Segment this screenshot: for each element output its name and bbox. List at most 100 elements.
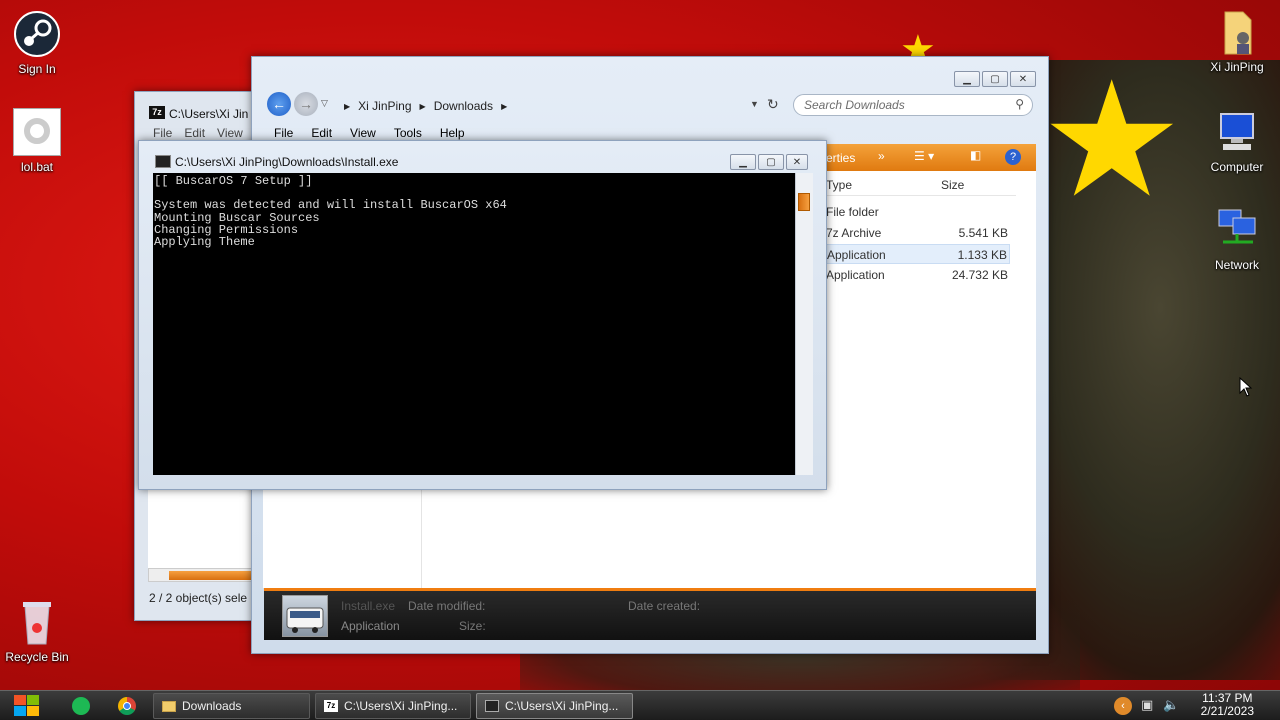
file-type: Application bbox=[827, 248, 886, 262]
close-button[interactable]: ✕ bbox=[786, 154, 808, 170]
details-modified-label: Date modified: bbox=[408, 599, 486, 613]
taskbar-item-label: C:\Users\Xi JinPing... bbox=[344, 699, 458, 713]
batch-file-icon bbox=[13, 108, 61, 156]
search-icon: ⚲ bbox=[1015, 97, 1024, 111]
user-folder-icon bbox=[1213, 8, 1261, 56]
file-row[interactable]: Application 24.732 KB bbox=[826, 265, 1010, 285]
file-type: File folder bbox=[826, 205, 879, 219]
volume-tray-icon[interactable]: 🔈 bbox=[1163, 697, 1179, 713]
details-filename: Install.exe bbox=[341, 599, 396, 613]
history-dropdown-icon[interactable]: ▽ bbox=[321, 98, 328, 109]
taskbar-item-label: C:\Users\Xi JinPing... bbox=[505, 699, 619, 713]
menu-help[interactable]: Help bbox=[440, 126, 465, 140]
forward-button[interactable]: → bbox=[294, 92, 318, 116]
breadcrumb[interactable]: ▶ Xi JinPing ▶ Downloads ▶ bbox=[344, 96, 507, 116]
file-size: 24.732 KB bbox=[951, 268, 1008, 282]
sevenzip-file-list[interactable] bbox=[148, 490, 252, 570]
minimize-button[interactable]: ▁ bbox=[730, 154, 756, 170]
sevenzip-title-icon: 7z bbox=[149, 106, 165, 119]
view-options-icon[interactable]: ☰ ▾ bbox=[914, 149, 934, 163]
scrollbar-thumb[interactable] bbox=[798, 193, 810, 211]
taskbar-item-downloads[interactable]: Downloads bbox=[153, 693, 310, 719]
desktop-icon-computer[interactable]: Computer bbox=[1200, 108, 1274, 174]
folder-icon bbox=[162, 700, 176, 712]
address-dropdown-icon[interactable]: ▼ bbox=[750, 99, 759, 109]
taskbar-item-label: Downloads bbox=[182, 699, 242, 713]
star-icon: ★ bbox=[1040, 50, 1184, 229]
desktop-icon-label: Network bbox=[1214, 258, 1259, 272]
scrollbar-thumb[interactable] bbox=[169, 571, 253, 580]
desktop-icon-user-folder[interactable]: Xi JinPing bbox=[1200, 8, 1274, 74]
explorer-toolbar: erties » ☰ ▾ ◧ ? bbox=[826, 144, 1036, 171]
clock[interactable]: 11:37 PM 2/21/2023 bbox=[1201, 692, 1254, 718]
preview-pane-icon[interactable]: ◧ bbox=[970, 148, 981, 162]
sevenzip-status: 2 / 2 object(s) sele bbox=[149, 591, 248, 605]
column-header-size[interactable]: Size bbox=[941, 178, 964, 192]
sevenzip-menu-view[interactable]: View bbox=[217, 126, 243, 140]
properties-button[interactable]: erties bbox=[826, 151, 855, 165]
menu-file[interactable]: File bbox=[274, 126, 293, 140]
install-console-window[interactable]: C:\Users\Xi JinPing\Downloads\Install.ex… bbox=[138, 140, 827, 490]
maximize-button[interactable]: ▢ bbox=[758, 154, 784, 170]
maximize-button[interactable]: ▢ bbox=[982, 71, 1008, 87]
console-icon bbox=[485, 700, 499, 712]
taskbar-item-console[interactable]: C:\Users\Xi JinPing... bbox=[476, 693, 633, 719]
desktop-icon-label: Xi JinPing bbox=[1210, 60, 1264, 74]
sevenzip-icon: 7z bbox=[324, 700, 338, 712]
close-button[interactable]: ✕ bbox=[1010, 71, 1036, 87]
menu-edit[interactable]: Edit bbox=[311, 126, 332, 140]
console-icon bbox=[155, 155, 171, 168]
column-header-row bbox=[826, 174, 1016, 196]
file-type: 7z Archive bbox=[826, 226, 882, 240]
tray-expand-icon[interactable]: ‹ bbox=[1114, 697, 1132, 715]
more-chevron-icon[interactable]: » bbox=[878, 149, 885, 163]
console-scrollbar[interactable] bbox=[795, 173, 813, 475]
steam-icon bbox=[13, 10, 61, 58]
desktop-icon-recycle-bin[interactable]: Recycle Bin bbox=[0, 598, 74, 664]
desktop-icon-label: Recycle Bin bbox=[5, 650, 69, 664]
spotify-taskbar-icon[interactable] bbox=[72, 697, 90, 715]
sevenzip-hscrollbar[interactable] bbox=[148, 568, 253, 582]
mouse-cursor-icon bbox=[1239, 377, 1253, 397]
back-button[interactable]: ← bbox=[267, 92, 291, 116]
desktop-icon-label: lol.bat bbox=[20, 160, 54, 174]
sevenzip-title: C:\Users\Xi Jin bbox=[169, 107, 249, 121]
details-filetype: Application bbox=[341, 619, 400, 633]
refresh-icon[interactable]: ↻ bbox=[767, 96, 779, 113]
minimize-button[interactable]: ▁ bbox=[954, 71, 980, 87]
taskbar-item-7zip[interactable]: 7z C:\Users\Xi JinPing... bbox=[315, 693, 471, 719]
file-row[interactable]: 7z Archive 5.541 KB bbox=[826, 223, 1010, 243]
computer-icon bbox=[1213, 108, 1261, 156]
sevenzip-menu-edit[interactable]: Edit bbox=[184, 126, 205, 140]
desktop-icon-network[interactable]: Network bbox=[1200, 206, 1274, 272]
file-row-selected[interactable]: Application 1.133 KB bbox=[826, 244, 1010, 264]
desktop-icon-steam[interactable]: Sign In bbox=[0, 10, 74, 76]
breadcrumb-item-downloads[interactable]: Downloads bbox=[434, 99, 493, 113]
details-created-label: Date created: bbox=[628, 599, 701, 613]
desktop-icon-lol-bat[interactable]: lol.bat bbox=[0, 108, 74, 174]
search-placeholder: Search Downloads bbox=[804, 98, 905, 112]
file-size: 5.541 KB bbox=[958, 226, 1008, 240]
menu-tools[interactable]: Tools bbox=[394, 126, 422, 140]
network-tray-icon[interactable]: ▣ bbox=[1141, 697, 1153, 713]
details-size-label: Size: bbox=[459, 619, 486, 633]
desktop-icon-label: Sign In bbox=[18, 62, 56, 76]
console-output[interactable]: [[ BuscarOS 7 Setup ]] System was detect… bbox=[153, 173, 795, 475]
clock-date: 2/21/2023 bbox=[1200, 704, 1254, 718]
search-input[interactable]: Search Downloads ⚲ bbox=[793, 94, 1033, 116]
chevron-right-icon: ▶ bbox=[501, 101, 508, 111]
menu-view[interactable]: View bbox=[350, 126, 376, 140]
breadcrumb-item-user[interactable]: Xi JinPing bbox=[358, 99, 411, 113]
network-icon bbox=[1213, 206, 1261, 254]
console-caption-buttons: ▁ ▢ ✕ bbox=[730, 154, 808, 170]
explorer-menu-bar: File Edit View Tools Help bbox=[274, 126, 465, 140]
chevron-right-icon: ▶ bbox=[344, 101, 351, 111]
start-button[interactable] bbox=[12, 694, 42, 718]
help-icon[interactable]: ? bbox=[1005, 149, 1021, 165]
chrome-taskbar-icon[interactable] bbox=[118, 697, 136, 715]
file-row[interactable]: File folder bbox=[826, 202, 1010, 222]
file-type: Application bbox=[826, 268, 885, 282]
sevenzip-menu-file[interactable]: File bbox=[153, 126, 172, 140]
explorer-caption-buttons: ▁ ▢ ✕ bbox=[954, 71, 1036, 87]
column-header-type[interactable]: Type bbox=[826, 178, 852, 192]
